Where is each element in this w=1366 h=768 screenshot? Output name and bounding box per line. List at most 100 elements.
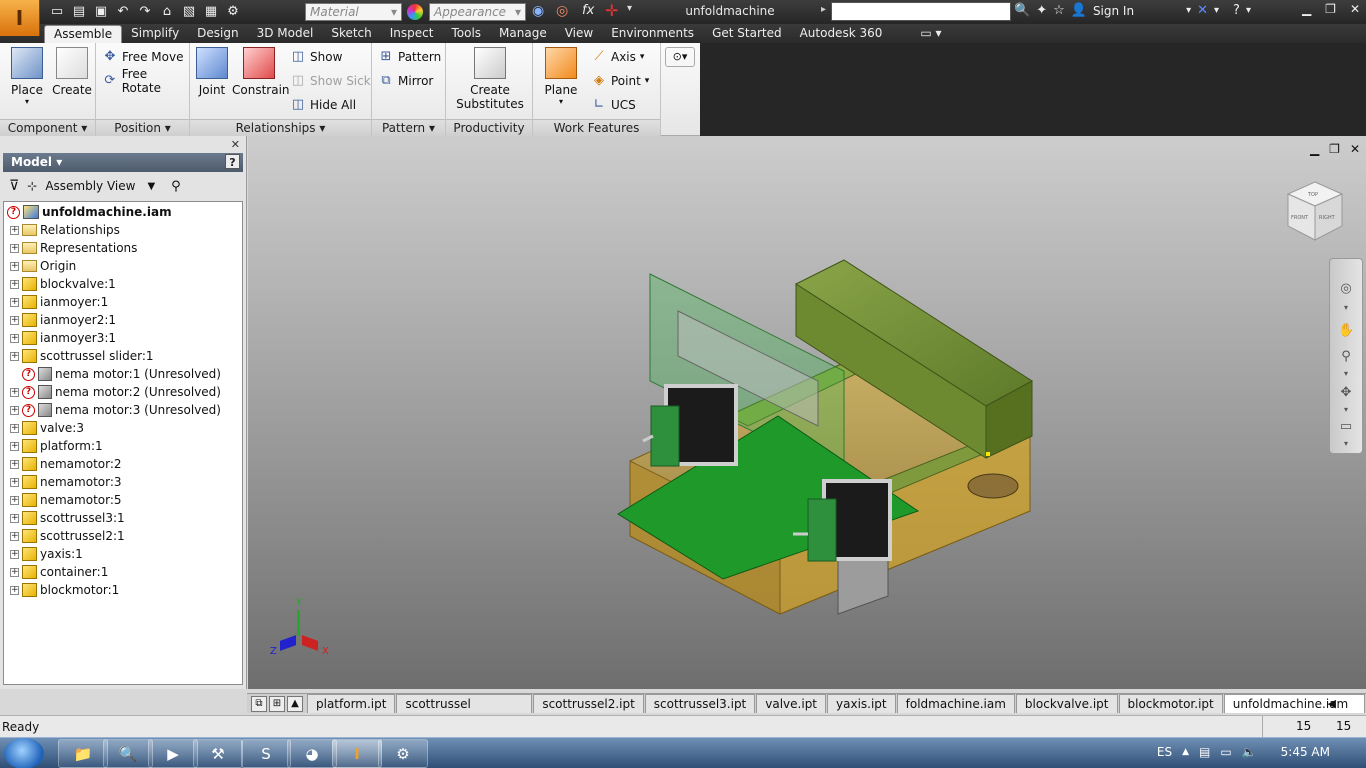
tree-node[interactable]: + blockmotor:1 [10, 581, 119, 599]
communication-center-icon[interactable]: ✦ [1036, 3, 1047, 18]
expand-icon[interactable]: + [10, 513, 19, 523]
assembly-view-select[interactable]: Assembly View [45, 179, 135, 193]
place-button[interactable]: Place ▾ [7, 47, 47, 106]
chevron-left-icon[interactable]: ◀ [1328, 697, 1336, 710]
maximize-icon[interactable]: ❐ [1325, 2, 1336, 16]
tab-view[interactable]: View [556, 25, 602, 43]
axis-button[interactable]: ⟋ Axis ▾ [591, 47, 644, 67]
tab-sketch[interactable]: Sketch [322, 25, 380, 43]
help-icon[interactable]: ? [1233, 3, 1240, 18]
chevron-down-icon[interactable]: ▾ [1246, 5, 1251, 16]
tree-root[interactable]: ? unfoldmachine.iam [7, 203, 172, 221]
exchange-icon[interactable]: ✕ [1197, 3, 1208, 18]
document-tab[interactable]: valve.ipt [756, 694, 827, 713]
steering-wheel-icon[interactable]: ◎ [1338, 281, 1354, 297]
appearance-combo[interactable]: Appearance ▾ [429, 3, 526, 21]
viewcube[interactable]: TOP FRONT RIGHT [1286, 180, 1344, 242]
document-tab[interactable]: blockvalve.ipt [1015, 694, 1118, 713]
plane-button[interactable]: Plane ▾ [541, 47, 581, 106]
tree-node[interactable]: + scottrussel slider:1 [10, 347, 154, 365]
expand-icon[interactable]: + [10, 459, 19, 469]
show-sick-button[interactable]: ◫ Show Sick [290, 71, 371, 91]
tree-node[interactable]: + ianmoyer:1 [10, 293, 108, 311]
projects-icon[interactable]: ▧ [180, 3, 198, 21]
hide-all-button[interactable]: ◫ Hide All [290, 95, 356, 115]
measure-icon[interactable]: ✛ [605, 1, 618, 20]
taskbar-media[interactable]: ▶ [148, 739, 198, 768]
orbit-icon[interactable]: ✥ [1338, 385, 1354, 401]
expand-icon[interactable]: + [10, 351, 19, 361]
taskbar-firefox[interactable]: ◕ [287, 739, 337, 768]
tab-manage[interactable]: Manage [490, 25, 556, 43]
expand-icon[interactable]: + [10, 297, 19, 307]
tree-node[interactable]: + ianmoyer2:1 [10, 311, 116, 329]
mirror-button[interactable]: ⧉ Mirror [378, 71, 433, 91]
expand-icon[interactable]: + [10, 225, 19, 235]
tab-tools[interactable]: Tools [442, 25, 490, 43]
chevron-down-icon[interactable]: ▼ [147, 181, 155, 192]
chevron-down-icon[interactable]: ▾ [1338, 369, 1354, 385]
qat-customize-icon[interactable]: ▾ [627, 3, 632, 14]
clock[interactable]: 5:45 AM [1281, 745, 1330, 759]
browser-header[interactable]: Model ▾ ? [3, 153, 243, 172]
panel-title-component[interactable]: Component ▾ [0, 119, 95, 136]
pattern-button[interactable]: ⊞ Pattern [378, 47, 442, 67]
document-tab[interactable]: blockmotor.ipt [1118, 694, 1223, 713]
chevron-right-icon[interactable]: ▸ [821, 4, 826, 15]
tree-node[interactable]: +? nema motor:2 (Unresolved) [10, 383, 221, 401]
volume-icon[interactable]: 🔈 [1242, 745, 1257, 759]
tree-node[interactable]: + yaxis:1 [10, 545, 83, 563]
expand-icon[interactable]: + [10, 477, 19, 487]
star-icon[interactable]: ☆ [1053, 3, 1065, 18]
tab-environments[interactable]: Environments [602, 25, 703, 43]
zoom-icon[interactable]: ⚲ [1338, 349, 1354, 365]
tree-node[interactable]: + Representations [10, 239, 137, 257]
taskbar-explorer[interactable]: 📁 [58, 739, 108, 768]
look-at-icon[interactable]: ▭ [1338, 419, 1354, 435]
close-icon[interactable]: ✕ [1350, 2, 1360, 16]
tree-node[interactable]: +? nema motor:3 (Unresolved) [10, 401, 221, 419]
chevron-down-icon[interactable]: ▾ [1338, 439, 1354, 455]
chevron-up-icon[interactable]: ▲ [1182, 747, 1189, 757]
expand-icon[interactable]: + [10, 315, 19, 325]
expand-icon[interactable]: + [10, 243, 19, 253]
tree-node[interactable]: + scottrussel2:1 [10, 527, 125, 545]
expand-icon[interactable]: + [10, 279, 19, 289]
tab-inspect[interactable]: Inspect [381, 25, 443, 43]
binoculars-icon[interactable]: ⚲ [171, 179, 181, 194]
taskbar-search[interactable]: 🔍 [103, 739, 153, 768]
expand-icon[interactable]: + [10, 333, 19, 343]
taskbar-tools[interactable]: ⚒ [193, 739, 243, 768]
create-button[interactable]: Create [52, 47, 92, 97]
redo-icon[interactable]: ↷ [136, 3, 154, 21]
sign-in-link[interactable]: Sign In [1093, 4, 1134, 18]
tab-design[interactable]: Design [188, 25, 247, 43]
help-search-input[interactable] [831, 2, 1011, 21]
chevron-up-icon[interactable]: ▲ [287, 696, 303, 712]
tree-node[interactable]: + container:1 [10, 563, 108, 581]
close-icon[interactable]: ✕ [231, 138, 240, 151]
material-combo[interactable]: Material ▾ [305, 3, 402, 21]
create-substitutes-button[interactable]: Create Substitutes [454, 47, 526, 111]
adjust-icon[interactable]: ◉ [532, 3, 544, 19]
document-tab[interactable]: scottrussel slider.ipt [396, 694, 533, 729]
network-icon[interactable]: ▤ [1199, 745, 1210, 759]
tree-node[interactable]: + Origin [10, 257, 76, 275]
panel-title-position[interactable]: Position ▾ [96, 119, 189, 136]
filter-icon[interactable]: ⊽ [9, 178, 19, 194]
panel-title-relationships[interactable]: Relationships ▾ [190, 119, 371, 136]
tab-simplify[interactable]: Simplify [122, 25, 188, 43]
open-icon[interactable]: ▤ [70, 3, 88, 21]
taskbar-app[interactable]: ⚙ [378, 739, 428, 768]
constrain-button[interactable]: Constrain [232, 47, 290, 97]
chevron-down-icon[interactable]: ▾ [1214, 5, 1219, 16]
point-button[interactable]: ◈ Point ▾ [591, 71, 649, 91]
joint-button[interactable]: Joint [194, 47, 230, 97]
tab-assemble[interactable]: Assemble [44, 25, 123, 43]
chevron-down-icon[interactable]: ▾ [1186, 5, 1191, 16]
update-icon[interactable]: ⚙ [224, 3, 242, 21]
free-rotate-button[interactable]: ⟳ Free Rotate [102, 67, 189, 95]
tab-get-started[interactable]: Get Started [703, 25, 791, 43]
show-button[interactable]: ◫ Show [290, 47, 343, 67]
undo-icon[interactable]: ↶ [114, 3, 132, 21]
